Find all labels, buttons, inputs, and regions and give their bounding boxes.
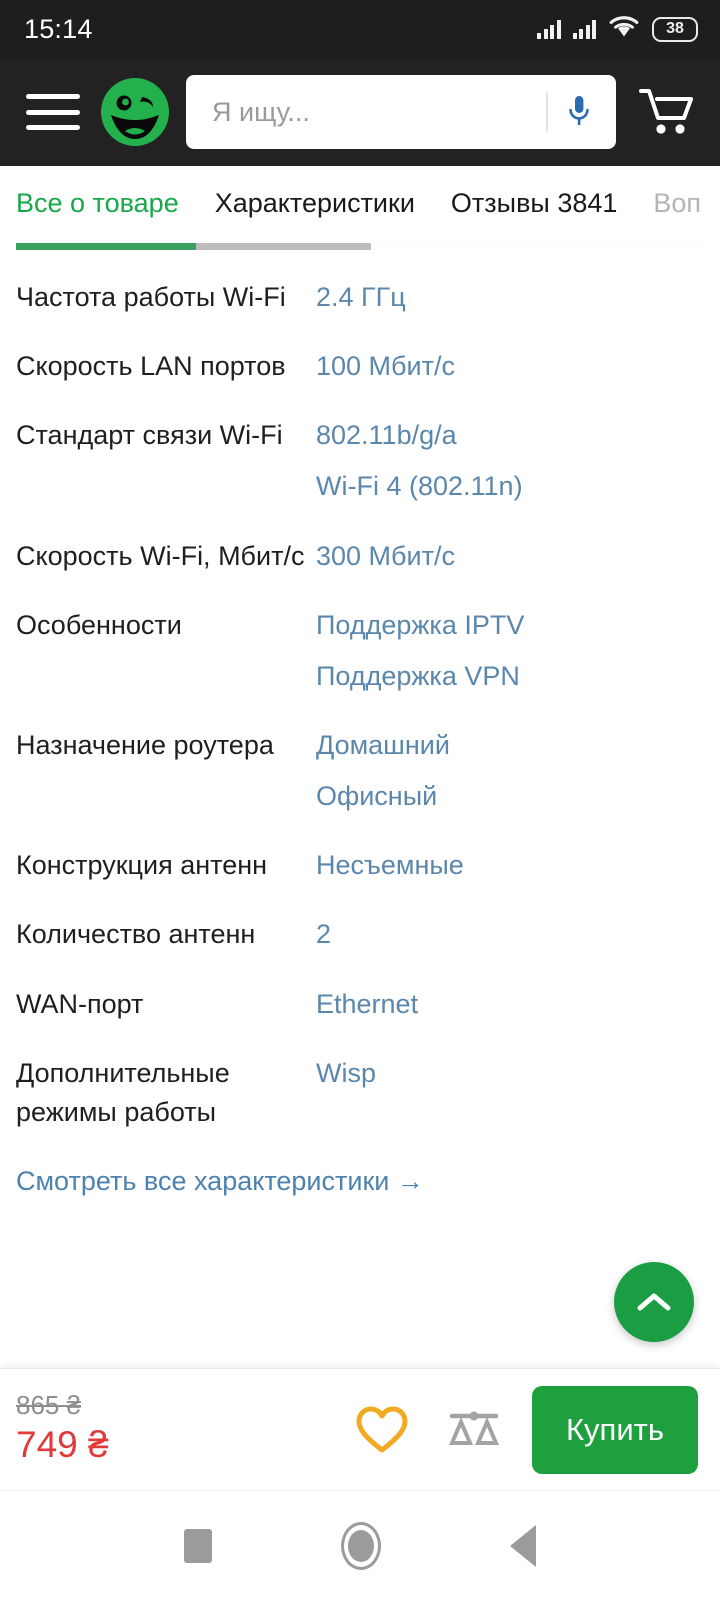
circle-home-icon[interactable] xyxy=(340,1521,381,1570)
tab-questions[interactable]: Воп xyxy=(653,182,719,225)
spec-row: Количество антенн 2 xyxy=(16,915,704,954)
tab-all-about-product[interactable]: Все о товаре xyxy=(16,182,197,225)
tabs-scroll-indicator[interactable] xyxy=(16,243,704,250)
rozetka-smiley-logo[interactable] xyxy=(98,75,172,149)
status-clock: 15:14 xyxy=(24,13,93,44)
battery-icon: 38 xyxy=(652,16,698,42)
spec-value[interactable]: 100 Мбит/с xyxy=(316,347,704,386)
spec-values: 802.11b/g/a Wi-Fi 4 (802.11n) xyxy=(316,416,704,506)
spec-row: Частота работы Wi-Fi 2.4 ГГц xyxy=(16,278,704,317)
specifications-list: Частота работы Wi-Fi 2.4 ГГц Скорость LA… xyxy=(0,250,720,1368)
android-navigation-bar xyxy=(0,1490,720,1600)
shopping-cart-icon[interactable] xyxy=(630,76,702,148)
status-icons: 38 xyxy=(537,15,698,44)
current-price: 749 ₴ xyxy=(16,1424,109,1466)
spec-row: Скорость LAN портов 100 Мбит/с xyxy=(16,347,704,386)
spec-row: Конструкция антенн Несъемные xyxy=(16,846,704,885)
microphone-icon[interactable] xyxy=(548,93,610,131)
spec-values: Поддержка IPTV Поддержка VPN xyxy=(316,606,704,696)
triangle-back-icon[interactable] xyxy=(509,1524,536,1567)
spec-values: 100 Мбит/с xyxy=(316,347,704,386)
buy-button[interactable]: Купить xyxy=(531,1385,698,1474)
price-block: 865 ₴ 749 ₴ xyxy=(16,1390,109,1467)
spec-value[interactable]: 2.4 ГГц xyxy=(316,278,704,317)
spec-value[interactable]: Офисный xyxy=(316,777,704,816)
signal-bars-icon xyxy=(537,19,561,39)
spec-values: 2 xyxy=(316,915,704,954)
spec-row: Особенности Поддержка IPTV Поддержка VPN xyxy=(16,606,704,696)
chevron-up-icon xyxy=(637,1293,671,1311)
spec-label: Конструкция антенн xyxy=(16,850,268,881)
heart-icon xyxy=(356,1406,408,1452)
spec-row: Стандарт связи Wi-Fi 802.11b/g/a Wi-Fi 4… xyxy=(16,416,704,506)
spec-values: Домашний Офисный xyxy=(316,726,704,816)
spec-values: Ethernet xyxy=(316,985,704,1024)
spec-value[interactable]: Несъемные xyxy=(316,846,704,885)
app-header: Я ищу... xyxy=(0,58,720,166)
old-price: 865 ₴ xyxy=(16,1390,82,1421)
search-input[interactable]: Я ищу... xyxy=(186,75,616,149)
tab-characteristics[interactable]: Характеристики xyxy=(215,182,433,225)
spec-label: WAN-порт xyxy=(16,988,144,1019)
spec-value[interactable]: Wi-Fi 4 (802.11n) xyxy=(316,467,704,506)
view-all-specifications-link[interactable]: Смотреть все характеристики → xyxy=(16,1166,424,1197)
tab-list[interactable]: Все о товаре Характеристики Отзывы 3841 … xyxy=(0,182,720,225)
spec-label: Дополнительные режимы работы xyxy=(16,1057,230,1127)
scroll-to-top-button[interactable] xyxy=(614,1262,694,1342)
spec-label: Количество антенн xyxy=(16,919,256,950)
scroll-thumb-green xyxy=(16,243,196,250)
tab-reviews[interactable]: Отзывы 3841 xyxy=(451,182,635,225)
spec-row: Назначение роутера Домашний Офисный xyxy=(16,726,704,816)
purchase-actions: Купить xyxy=(336,1384,698,1476)
spec-value[interactable]: Поддержка IPTV xyxy=(316,606,704,645)
spec-row: Скорость Wi-Fi, Мбит/с 300 Мбит/с xyxy=(16,537,704,576)
square-recents-icon[interactable] xyxy=(184,1528,213,1563)
spec-label: Скорость Wi-Fi, Мбит/с xyxy=(16,540,305,571)
spec-label: Особенности xyxy=(16,609,182,640)
compare-button[interactable] xyxy=(428,1384,520,1476)
spec-value[interactable]: Ethernet xyxy=(316,985,704,1024)
spec-label: Стандарт связи Wi-Fi xyxy=(16,420,283,451)
spec-values: Wisp xyxy=(316,1054,704,1093)
spec-value[interactable]: 2 xyxy=(316,915,704,954)
search-placeholder: Я ищу... xyxy=(212,96,310,127)
wishlist-button[interactable] xyxy=(336,1384,428,1476)
spec-value[interactable]: 802.11b/g/a xyxy=(316,416,704,455)
spec-values: 2.4 ГГц xyxy=(316,278,704,317)
spec-values: Несъемные xyxy=(316,846,704,885)
scales-balance-icon xyxy=(448,1411,500,1445)
spec-values: 300 Мбит/с xyxy=(316,537,704,576)
spec-value[interactable]: Wisp xyxy=(316,1054,704,1093)
spec-label: Назначение роутера xyxy=(16,729,274,760)
spec-label: Частота работы Wi-Fi xyxy=(16,282,286,312)
wifi-icon xyxy=(608,15,640,44)
purchase-bar: 865 ₴ 749 ₴ Купить xyxy=(0,1368,720,1490)
spec-value[interactable]: Поддержка VPN xyxy=(316,657,704,696)
hamburger-menu-icon[interactable] xyxy=(22,90,84,134)
spec-value[interactable]: Домашний xyxy=(316,726,704,765)
spec-value[interactable]: 300 Мбит/с xyxy=(316,537,704,576)
spec-label: Скорость LAN портов xyxy=(16,351,286,382)
product-page-screen: 15:14 38 Я ищу... Все о товаре Характери… xyxy=(0,0,720,1600)
spec-row: WAN-порт Ethernet xyxy=(16,985,704,1024)
tabs-bar: Все о товаре Характеристики Отзывы 3841 … xyxy=(0,166,720,250)
spec-row: Дополнительные режимы работы Wisp xyxy=(16,1054,704,1132)
status-bar: 15:14 38 xyxy=(0,0,720,58)
signal-bars-icon-2 xyxy=(572,19,596,39)
